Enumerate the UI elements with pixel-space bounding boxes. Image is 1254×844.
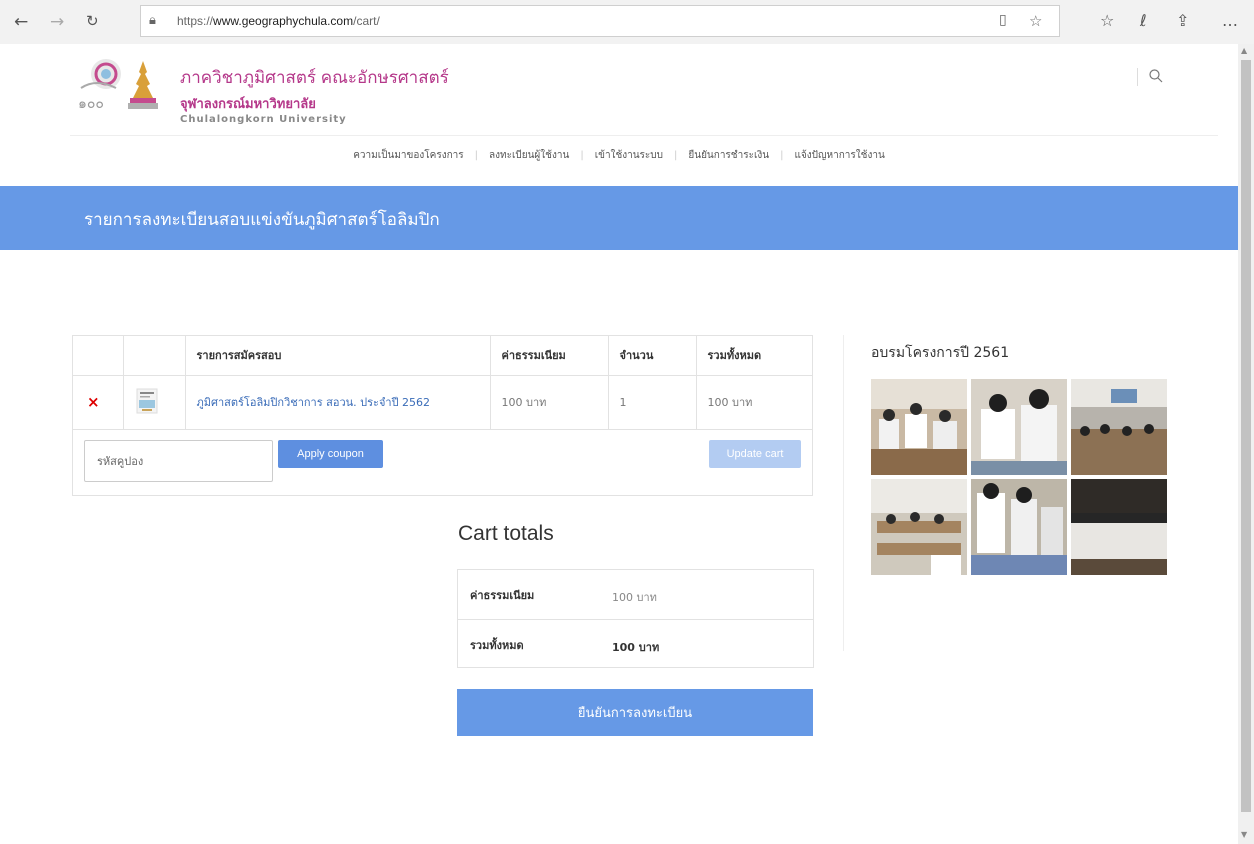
menu-item-payment-confirm[interactable]: ยืนยันการชำระเงิน <box>677 150 780 161</box>
main-menu: ความเป็นมาของโครงการ | ลงทะเบียนผู้ใช้งาน |… <box>0 148 1238 163</box>
scroll-up-icon[interactable]: ▲ <box>1241 46 1247 55</box>
fee-value: 100 บาท <box>612 591 657 604</box>
share-icon[interactable]: ⇪ <box>1176 11 1189 30</box>
table-row: × ภูมิศาสตร์โอลิมปิกวิชาการ สอวน. ประจำป… <box>73 375 812 430</box>
header-divider <box>70 135 1218 136</box>
pen-icon[interactable]: ℓ <box>1140 11 1147 30</box>
search-icon[interactable] <box>1148 68 1164 84</box>
coupon-input[interactable] <box>84 440 273 482</box>
menu-item-about[interactable]: ความเป็นมาของโครงการ <box>342 150 474 161</box>
gallery-photo-1[interactable] <box>871 379 967 475</box>
menu-item-register[interactable]: ลงทะเบียนผู้ใช้งาน <box>478 150 580 161</box>
svg-text:๑๐๐: ๑๐๐ <box>78 96 104 112</box>
search-divider <box>1137 68 1138 86</box>
scrollbar[interactable]: ▲ ▼ <box>1238 44 1254 844</box>
gallery-photo-4[interactable] <box>871 479 967 575</box>
column-price: ค่าธรรมเนียม <box>490 336 609 376</box>
sidebar-divider <box>843 335 844 651</box>
fee-row: ค่าธรรมเนียม 100 บาท <box>458 570 813 619</box>
product-name-cell: ภูมิศาสตร์โอลิมปิกวิชาการ สอวน. ประจำปี … <box>185 375 491 430</box>
cart-actions: Apply coupon Update cart <box>73 430 812 496</box>
favorites-list-icon[interactable]: ☆ <box>1100 11 1114 30</box>
total-row: รวมทั้งหมด 100 บาท <box>458 619 813 668</box>
centennial-logo-icon: ๑๐๐ <box>78 59 121 112</box>
page-banner: รายการลงทะเบียนสอบแข่งขันภูมิศาสตร์โอลิม… <box>0 186 1238 250</box>
photo-gallery <box>871 379 1168 576</box>
product-thumbnail[interactable] <box>123 375 186 430</box>
column-remove <box>73 336 124 376</box>
page: ๑๐๐ ภาควิชาภูมิศาสตร์ คณะอักษรศาสตร์ จุฬ… <box>0 44 1238 844</box>
lock-icon: 🔒︎ <box>149 13 156 28</box>
gallery-photo-6[interactable] <box>1071 479 1167 575</box>
university-seal-icon <box>128 61 158 109</box>
fee-label: ค่าธรรมเนียม <box>470 589 535 602</box>
url-text[interactable]: https://www.geographychula.com/cart/ <box>177 14 380 28</box>
scroll-down-icon[interactable]: ▼ <box>1241 830 1247 839</box>
forward-icon[interactable]: → <box>50 12 64 32</box>
cart-totals-table: ค่าธรรมเนียม 100 บาท รวมทั้งหมด 100 บาท <box>457 569 814 668</box>
refresh-icon[interactable]: ↻ <box>86 12 99 30</box>
product-thumbnail-icon[interactable] <box>136 388 158 414</box>
sidebar-title: อบรมโครงการปี 2561 <box>871 345 1010 361</box>
confirm-registration-button[interactable]: ยืนยันการลงทะเบียน <box>457 689 813 736</box>
total-value: 100 บาท <box>612 641 660 654</box>
update-cart-button[interactable]: Update cart <box>709 440 801 468</box>
reading-view-icon[interactable]: ▯ <box>999 12 1007 28</box>
browser-toolbar: ← → ↻ 🔒︎ https://www.geographychula.com/… <box>0 0 1254 44</box>
cart-table: รายการสมัครสอบ ค่าธรรมเนียม จำนวน รวมทั้… <box>72 335 813 496</box>
favorite-star-icon[interactable]: ☆ <box>1029 12 1042 30</box>
product-link[interactable]: ภูมิศาสตร์โอลิมปิกวิชาการ สอวน. ประจำปี … <box>197 396 431 409</box>
back-icon[interactable]: ← <box>14 12 28 32</box>
quantity-cell[interactable]: 1 <box>608 375 697 430</box>
logo-department-text: ภาควิชาภูมิศาสตร์ คณะอักษรศาสตร์ <box>180 68 449 87</box>
column-quantity: จำนวน <box>608 336 697 376</box>
logo-university-thai-text: จุฬาลงกรณ์มหาวิทยาลัย <box>180 97 316 112</box>
gallery-photo-3[interactable] <box>1071 379 1167 475</box>
total-label: รวมทั้งหมด <box>470 639 524 652</box>
gallery-photo-2[interactable] <box>971 379 1067 475</box>
cart-totals-title: Cart totals <box>458 522 554 545</box>
scrollbar-thumb[interactable] <box>1241 60 1251 812</box>
menu-item-login[interactable]: เข้าใช้งานระบบ <box>584 150 674 161</box>
column-product: รายการสมัครสอบ <box>185 336 491 376</box>
cart-header-row: รายการสมัครสอบ ค่าธรรมเนียม จำนวน รวมทั้… <box>73 336 812 376</box>
page-title: รายการลงทะเบียนสอบแข่งขันภูมิศาสตร์โอลิม… <box>84 210 440 229</box>
logo-university-english-text: Chulalongkorn University <box>180 114 347 125</box>
price-cell: 100 บาท <box>490 375 609 430</box>
apply-coupon-button[interactable]: Apply coupon <box>278 440 383 468</box>
more-icon[interactable]: … <box>1222 11 1238 30</box>
gallery-photo-5[interactable] <box>971 479 1067 575</box>
menu-item-report-issue[interactable]: แจ้งปัญหาการใช้งาน <box>783 150 895 161</box>
column-thumbnail <box>123 336 186 376</box>
address-bar[interactable]: 🔒︎ https://www.geographychula.com/cart/ … <box>140 5 1060 37</box>
subtotal-cell: 100 บาท <box>696 375 812 430</box>
remove-item-icon[interactable]: × <box>73 375 124 430</box>
column-subtotal: รวมทั้งหมด <box>696 336 812 376</box>
